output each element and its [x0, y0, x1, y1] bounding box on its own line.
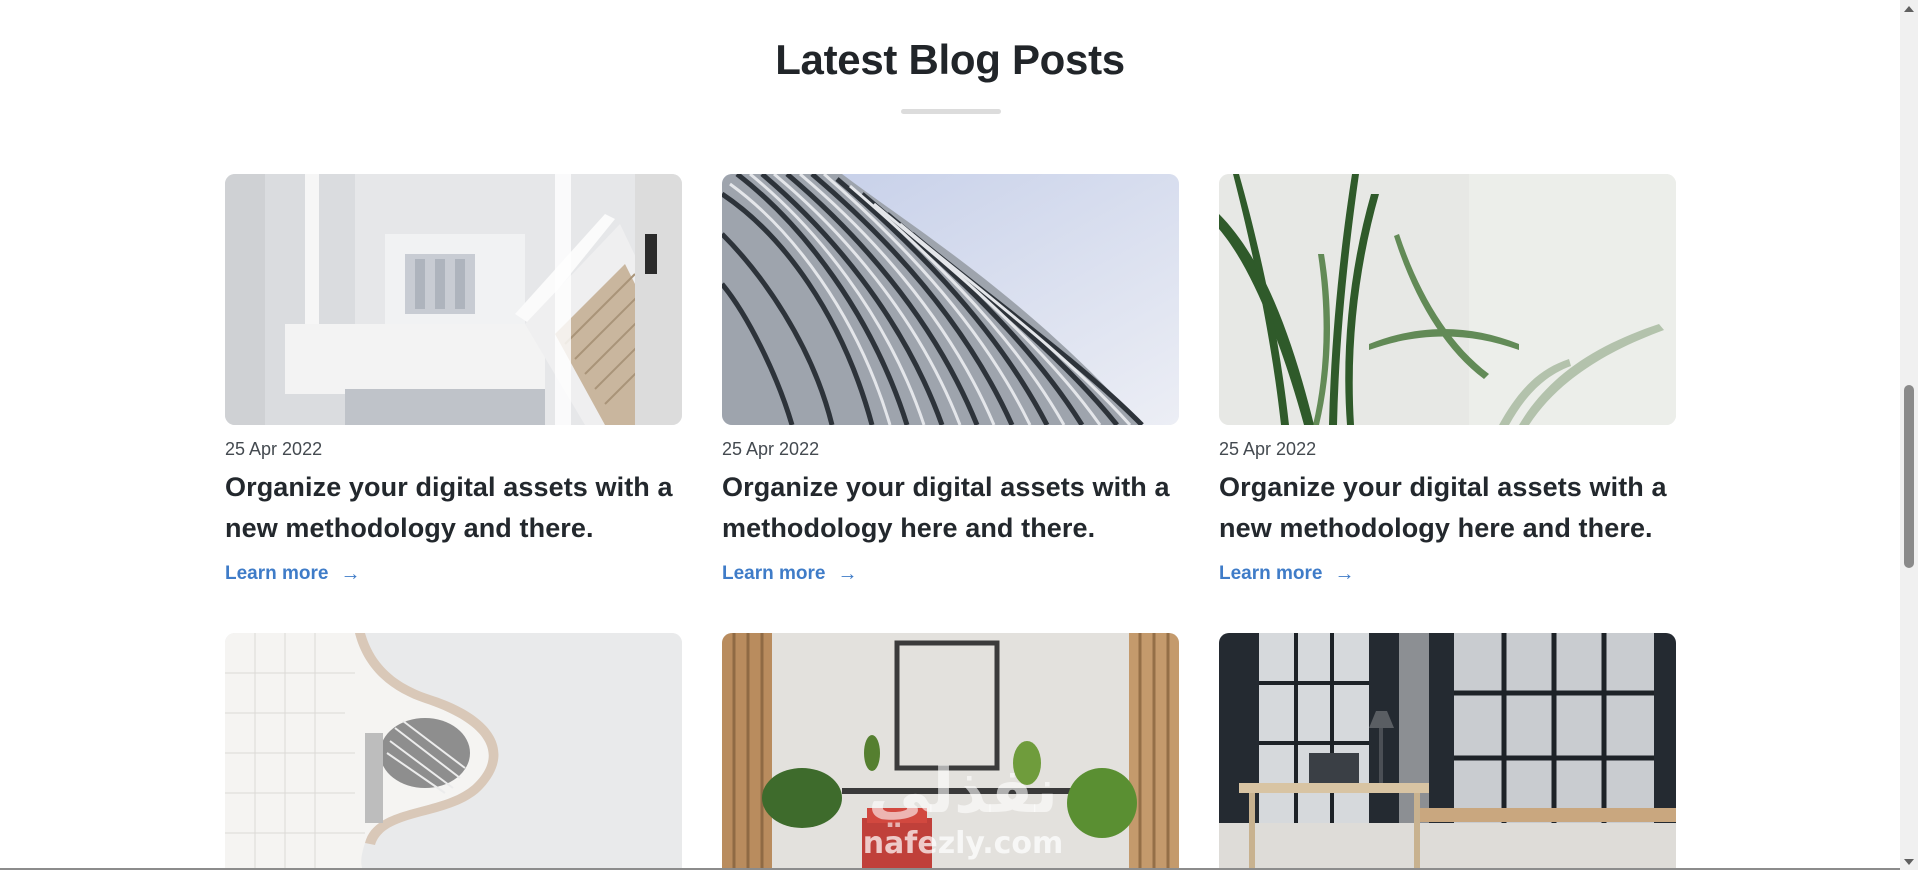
learn-more-label: Learn more — [722, 563, 826, 584]
vertical-scrollbar[interactable] — [1900, 0, 1918, 870]
blog-card — [1219, 633, 1676, 870]
blog-card-image[interactable] — [1219, 174, 1676, 425]
section-title: Latest Blog Posts — [775, 36, 1125, 83]
post-date: 25 Apr 2022 — [722, 439, 820, 459]
post-date: 25 Apr 2022 — [1219, 439, 1317, 459]
blog-card: 25 Apr 2022 Organize your digital assets… — [225, 174, 682, 633]
ribbed-facade-image — [722, 174, 1179, 425]
blog-card-image[interactable] — [225, 174, 682, 425]
arrow-right-icon: → — [340, 563, 361, 585]
blog-section: Latest Blog Posts 25 Apr 2022 Organize y… — [0, 0, 1900, 870]
blog-card-image[interactable] — [1219, 633, 1676, 870]
white-staircase-image — [225, 174, 682, 425]
blog-card — [225, 633, 682, 870]
post-title[interactable]: Organize your digital assets with a new … — [225, 467, 682, 549]
learn-more-label: Learn more — [1219, 563, 1323, 584]
blog-grid: 25 Apr 2022 Organize your digital assets… — [225, 174, 1677, 870]
learn-more-link[interactable]: Learn more → — [722, 563, 857, 585]
interior-room-image — [722, 633, 1179, 870]
learn-more-link[interactable]: Learn more → — [225, 563, 360, 585]
office-desk-image — [1219, 633, 1676, 870]
blog-card — [722, 633, 1179, 870]
blog-card: 25 Apr 2022 Organize your digital assets… — [722, 174, 1179, 633]
arrow-right-icon: → — [1334, 563, 1355, 585]
scrollbar-thumb[interactable] — [1904, 385, 1914, 568]
plant-leaves-image — [1219, 174, 1676, 425]
learn-more-link[interactable]: Learn more → — [1219, 563, 1354, 585]
blog-card-image[interactable] — [722, 633, 1179, 870]
post-date: 25 Apr 2022 — [225, 439, 323, 459]
page: Latest Blog Posts 25 Apr 2022 Organize y… — [0, 0, 1918, 870]
post-title[interactable]: Organize your digital assets with a new … — [1219, 467, 1676, 549]
blog-card-image[interactable] — [225, 633, 682, 870]
post-title[interactable]: Organize your digital assets with a meth… — [722, 467, 1179, 549]
scroll-down-icon[interactable] — [1900, 853, 1918, 870]
learn-more-label: Learn more — [225, 563, 329, 584]
title-underline — [901, 109, 1001, 114]
arrow-right-icon: → — [837, 563, 858, 585]
curved-building-image — [225, 633, 682, 870]
blog-card: 25 Apr 2022 Organize your digital assets… — [1219, 174, 1676, 633]
scroll-up-icon[interactable] — [1900, 0, 1918, 17]
blog-card-image[interactable] — [722, 174, 1179, 425]
